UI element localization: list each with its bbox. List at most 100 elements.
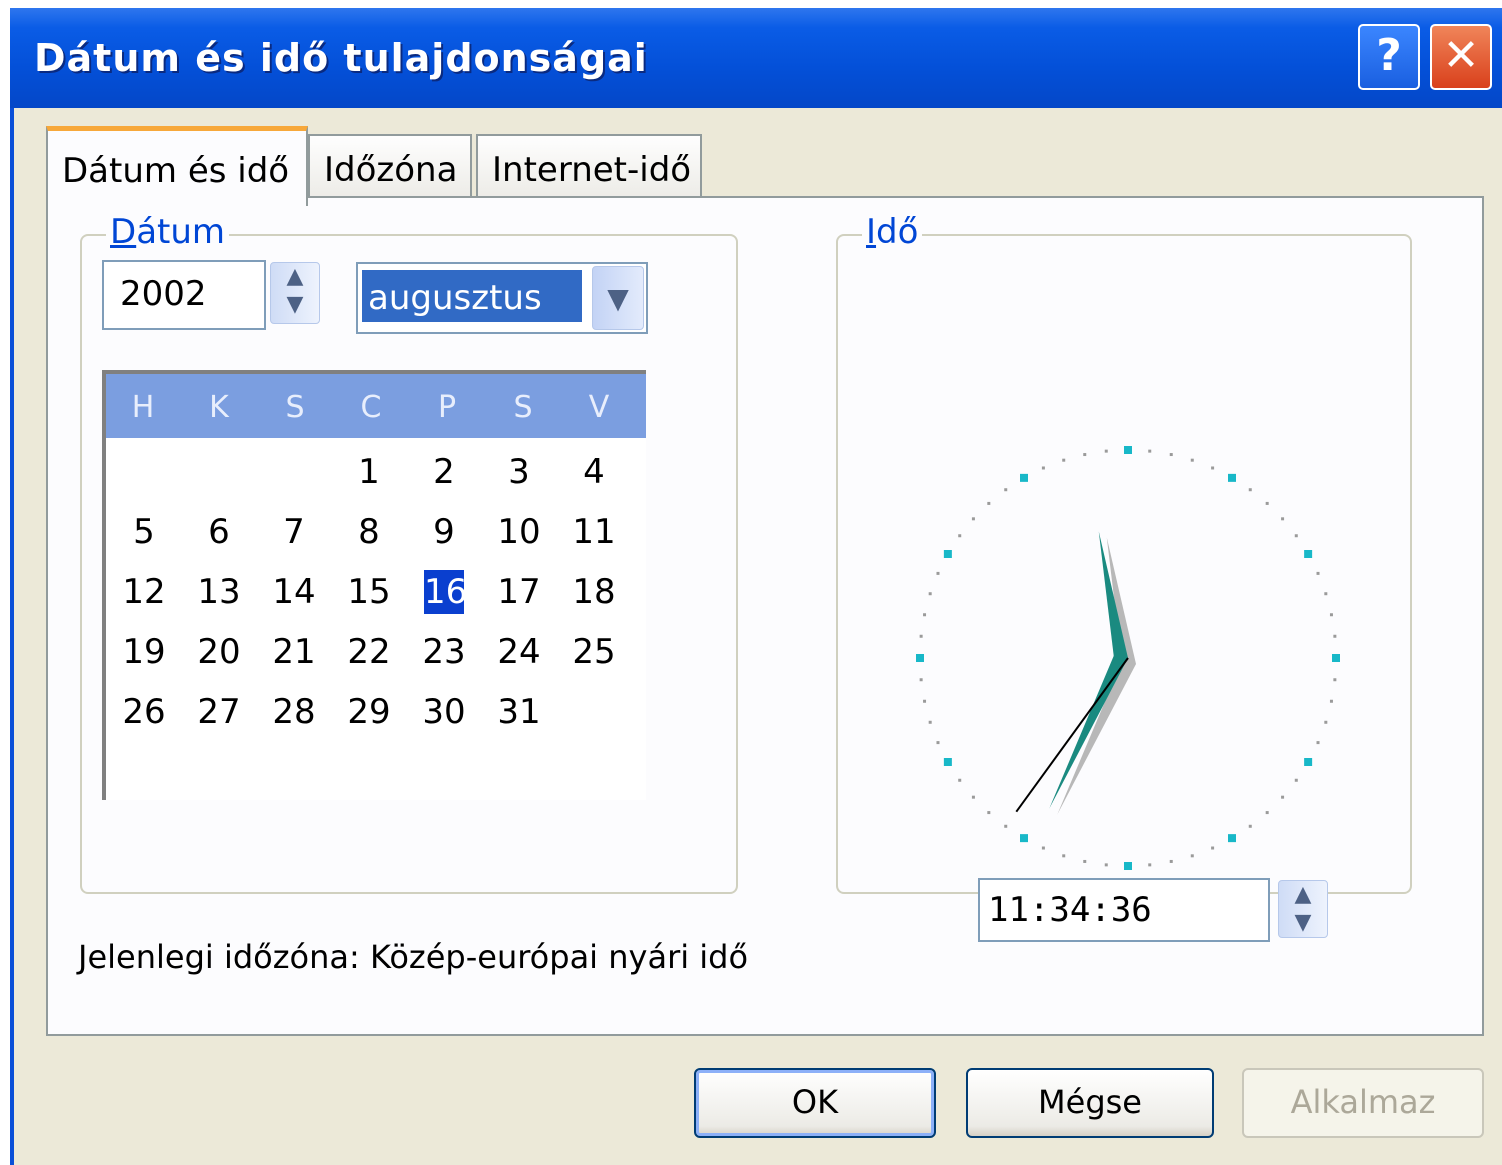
clock-hour-mark xyxy=(943,550,952,558)
time-input[interactable]: 11:34:36 xyxy=(978,878,1270,942)
spin-up-icon[interactable]: ▲ xyxy=(1279,881,1327,909)
apply-button[interactable]: Alkalmaz xyxy=(1242,1068,1484,1138)
clock-minute-mark xyxy=(1169,859,1173,863)
month-dropdown[interactable]: augusztus ▼ xyxy=(356,262,648,334)
ok-button[interactable]: OK xyxy=(694,1068,936,1138)
clock-hour-mark xyxy=(1020,834,1028,843)
calendar-day[interactable]: 11 xyxy=(564,510,624,554)
calendar-day[interactable]: 9 xyxy=(414,510,474,554)
clock-hour-mark xyxy=(1020,473,1028,482)
clock-hour-mark xyxy=(1228,834,1236,843)
clock-minute-mark xyxy=(919,678,923,682)
clock-minute-mark xyxy=(987,501,991,505)
calendar-day[interactable]: 30 xyxy=(414,690,474,734)
clock-minute-mark xyxy=(1324,592,1328,596)
calendar-day[interactable]: 22 xyxy=(339,630,399,674)
spin-down-icon[interactable]: ▼ xyxy=(271,291,319,319)
weekday-header-2: S xyxy=(285,390,305,425)
clock-minute-mark xyxy=(1041,466,1045,470)
calendar-day[interactable]: 21 xyxy=(264,630,324,674)
clock-hour-hand xyxy=(1098,531,1128,662)
calendar-day[interactable]: 20 xyxy=(189,630,249,674)
calendar-day[interactable]: 2 xyxy=(414,450,474,494)
year-spinner[interactable]: ▲ ▼ xyxy=(270,262,320,324)
time-spinner[interactable]: ▲ ▼ xyxy=(1278,880,1328,938)
clock-second-hand xyxy=(1015,657,1129,813)
calendar-day[interactable]: 23 xyxy=(414,630,474,674)
clock-minute-mark xyxy=(1083,859,1087,863)
clock-minute-mark xyxy=(1248,824,1252,828)
clock-minute-mark xyxy=(1294,534,1298,538)
clock-minute-mark xyxy=(1004,488,1008,492)
help-button[interactable]: ? xyxy=(1358,24,1420,90)
clock-minute-mark xyxy=(936,741,940,745)
clock-minute-mark xyxy=(919,634,923,638)
cancel-button[interactable]: Mégse xyxy=(966,1068,1214,1138)
clock-hour-mark xyxy=(943,758,952,766)
clock-hour-mark xyxy=(916,654,924,662)
clock-minute-mark xyxy=(1316,571,1320,575)
calendar-day[interactable]: 24 xyxy=(489,630,549,674)
help-icon: ? xyxy=(1376,30,1402,81)
calendar-day[interactable]: 12 xyxy=(114,570,174,614)
clock-minute-mark xyxy=(1041,846,1045,850)
calendar-day[interactable]: 16 xyxy=(424,570,467,614)
current-timezone-text: Jelenlegi időzóna: Közép-európai nyári i… xyxy=(78,938,749,976)
calendar-day[interactable]: 19 xyxy=(114,630,174,674)
calendar-day[interactable]: 1 xyxy=(339,450,399,494)
clock-minute-mark xyxy=(923,699,927,703)
calendar-day[interactable]: 4 xyxy=(564,450,624,494)
weekday-header-5: S xyxy=(513,390,533,425)
spin-down-icon[interactable]: ▼ xyxy=(1279,909,1327,937)
clock-minute-mark xyxy=(1148,863,1152,867)
calendar-day[interactable]: 10 xyxy=(489,510,549,554)
clock-minute-mark xyxy=(1265,811,1269,815)
analog-clock xyxy=(916,446,1340,870)
weekday-header-4: P xyxy=(437,390,457,425)
spin-up-icon[interactable]: ▲ xyxy=(271,263,319,291)
chevron-down-icon[interactable]: ▼ xyxy=(592,266,644,330)
clock-minute-mark xyxy=(1083,453,1087,457)
clock-minute-mark xyxy=(1265,501,1269,505)
calendar-grid: HKSCPSV 1 2 3 4 5 6 7 8 9 10 11 12 13 14 15 16 17 18 19 20 2… xyxy=(102,370,646,800)
tab-timezone[interactable]: Időzóna xyxy=(308,134,472,200)
year-input[interactable]: 2002 xyxy=(102,260,266,330)
calendar-day[interactable]: 28 xyxy=(264,690,324,734)
calendar-day[interactable]: 3 xyxy=(489,450,549,494)
clock-minute-mark xyxy=(1062,458,1066,462)
clock-minute-mark xyxy=(1294,778,1298,782)
clock-minute-hand-shadow xyxy=(1057,657,1136,815)
clock-minute-mark xyxy=(923,613,927,617)
clock-minute-mark xyxy=(1190,458,1194,462)
calendar-day[interactable]: 14 xyxy=(264,570,324,614)
clock-minute-mark xyxy=(1104,863,1108,867)
calendar-day[interactable]: 8 xyxy=(339,510,399,554)
calendar-day[interactable]: 7 xyxy=(264,510,324,554)
calendar-day[interactable]: 25 xyxy=(564,630,624,674)
close-button[interactable]: ✕ xyxy=(1430,24,1492,90)
calendar-day[interactable]: 26 xyxy=(114,690,174,734)
clock-minute-mark xyxy=(928,592,932,596)
clock-hour-mark xyxy=(1304,758,1313,766)
calendar-day[interactable]: 13 xyxy=(189,570,249,614)
clock-minute-mark xyxy=(1104,449,1108,453)
clock-minute-mark xyxy=(1329,613,1333,617)
calendar-day[interactable]: 17 xyxy=(489,570,549,614)
tab-date-time[interactable]: Dátum és idő xyxy=(46,126,308,206)
window-title: Dátum és idő tulajdonságai xyxy=(34,36,648,80)
clock-minute-mark xyxy=(1333,634,1337,638)
calendar-day[interactable]: 6 xyxy=(189,510,249,554)
clock-hour-mark xyxy=(1124,862,1132,870)
clock-minute-mark xyxy=(1062,854,1066,858)
calendar-day[interactable]: 5 xyxy=(114,510,174,554)
clock-minute-mark xyxy=(936,571,940,575)
calendar-day[interactable]: 18 xyxy=(564,570,624,614)
title-bar[interactable]: Dátum és idő tulajdonságai ? ✕ xyxy=(10,8,1502,108)
calendar-day[interactable]: 15 xyxy=(339,570,399,614)
calendar-day[interactable]: 29 xyxy=(339,690,399,734)
dialog-window: Dátum és idő tulajdonságai ? ✕ Dátum és … xyxy=(10,8,1502,1165)
calendar-day[interactable]: 27 xyxy=(189,690,249,734)
calendar-day[interactable]: 31 xyxy=(489,690,549,734)
tab-internet-time[interactable]: Internet-idő xyxy=(476,134,702,200)
tab-panel: Dátum 2002 ▲ ▼ augusztus ▼ HKSCPSV 12345… xyxy=(46,196,1484,1036)
